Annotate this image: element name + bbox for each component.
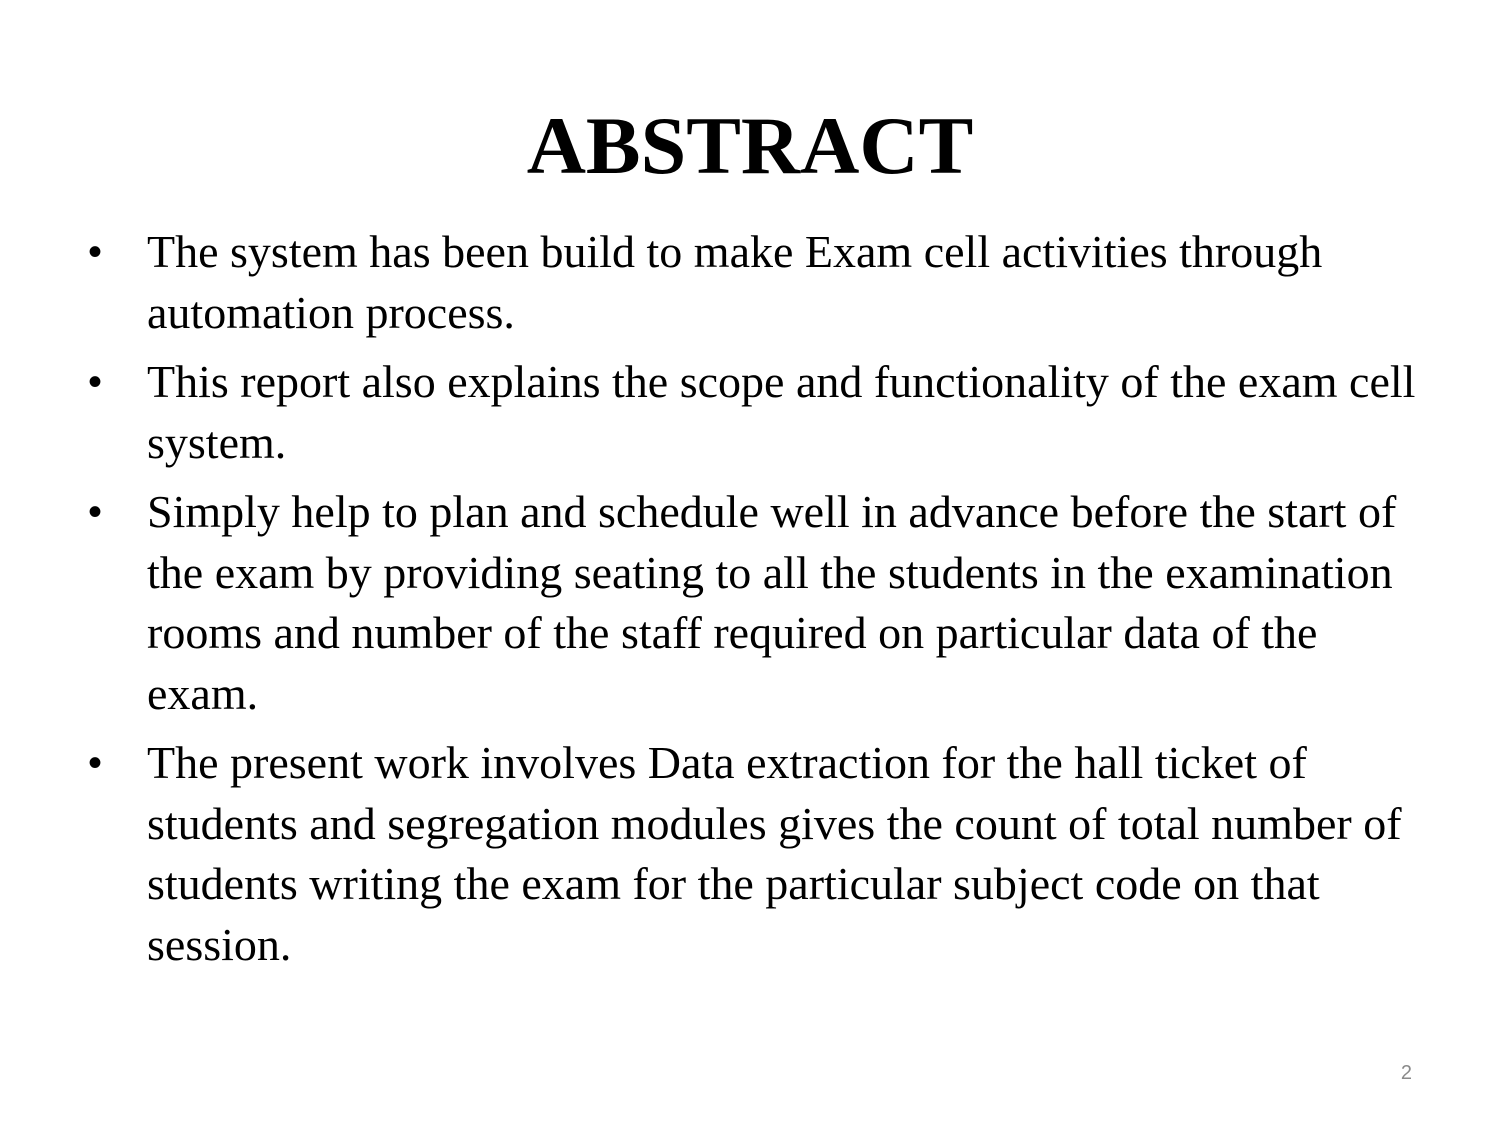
bullet-icon: • <box>88 360 103 404</box>
bullet-list: • The system has been build to make Exam… <box>88 222 1428 984</box>
bullet-item: • This report also explains the scope an… <box>88 352 1428 473</box>
bullet-text: The system has been build to make Exam c… <box>147 226 1323 338</box>
bullet-icon: • <box>88 230 103 274</box>
bullet-text: The present work involves Data extractio… <box>147 737 1402 970</box>
page-number: 2 <box>1400 1062 1412 1084</box>
bullet-item: • The present work involves Data extract… <box>88 733 1428 975</box>
bullet-icon: • <box>88 490 103 534</box>
bullet-text: Simply help to plan and schedule well in… <box>147 486 1397 719</box>
slide-title: ABSTRACT <box>526 100 974 191</box>
bullet-item: • Simply help to plan and schedule well … <box>88 482 1428 724</box>
slide: ABSTRACT • The system has been build to … <box>0 0 1500 1125</box>
bullet-item: • The system has been build to make Exam… <box>88 222 1428 343</box>
bullet-text: This report also explains the scope and … <box>147 356 1416 468</box>
bullet-icon: • <box>88 741 103 785</box>
